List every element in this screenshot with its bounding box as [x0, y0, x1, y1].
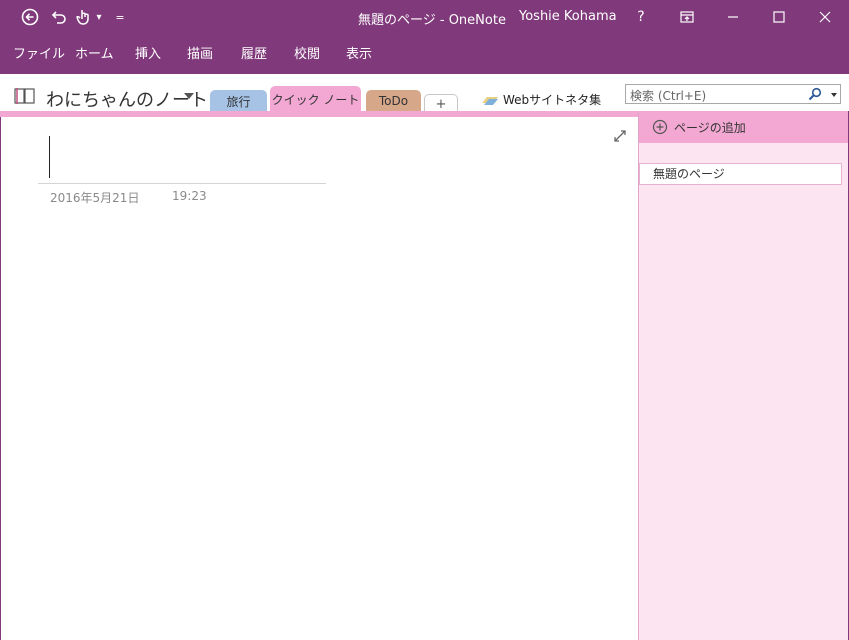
tab-insert[interactable]: 挿入: [135, 43, 161, 62]
page-list-pane: ページの追加 無題のページ: [638, 111, 849, 640]
notebook-name[interactable]: わにちゃんのノート: [46, 86, 208, 112]
search-placeholder: 検索 (Ctrl+E): [630, 89, 707, 103]
undo-icon[interactable]: [49, 7, 69, 27]
notebook-icon[interactable]: [14, 87, 36, 105]
close-icon[interactable]: [813, 6, 837, 28]
touch-mode-dropdown[interactable]: ▾: [92, 7, 106, 27]
section-tab-quick-notes[interactable]: クイック ノート: [270, 86, 361, 112]
title-bar: ▾ = 無題のページ - OneNote Yoshie Kohama ?: [0, 0, 849, 34]
page-title-cursor[interactable]: [49, 136, 50, 178]
customize-qat-button[interactable]: =: [113, 7, 127, 27]
section-tab-todo[interactable]: ToDo: [366, 90, 421, 112]
section-group-icon: [482, 96, 498, 105]
page-list-item[interactable]: 無題のページ: [639, 163, 842, 185]
notebook-bar: わにちゃんのノート 旅行 クイック ノート ToDo + Webサイトネタ集 検…: [0, 74, 849, 113]
chevron-down-icon[interactable]: [184, 93, 194, 99]
search-input[interactable]: 検索 (Ctrl+E): [625, 84, 841, 104]
tab-history[interactable]: 履歴: [241, 43, 267, 62]
add-circle-icon: [652, 119, 668, 135]
section-group-label: Webサイトネタ集: [503, 93, 602, 107]
ribbon-tab-bar: ファイル ホーム 挿入 描画 履歴 校閲 表示: [0, 34, 849, 74]
touch-mode-icon[interactable]: [74, 7, 94, 27]
search-icon[interactable]: [808, 87, 822, 101]
page-canvas[interactable]: 2016年5月21日 19:23: [0, 117, 638, 640]
expand-icon[interactable]: [613, 129, 627, 143]
search-scope-dropdown[interactable]: [831, 93, 837, 97]
minimize-icon[interactable]: [721, 6, 745, 28]
page-time: 19:23: [172, 189, 207, 203]
tab-draw[interactable]: 描画: [187, 43, 213, 62]
section-group-web[interactable]: Webサイトネタ集: [481, 91, 601, 108]
add-page-button[interactable]: ページの追加: [639, 111, 848, 143]
tab-review[interactable]: 校閲: [294, 43, 320, 62]
maximize-icon[interactable]: [767, 6, 791, 28]
page-date: 2016年5月21日: [50, 191, 140, 205]
back-arrow-icon[interactable]: [20, 7, 40, 27]
add-page-label: ページの追加: [674, 120, 746, 135]
tab-view[interactable]: 表示: [346, 43, 372, 62]
ribbon-display-options-icon[interactable]: [675, 6, 699, 28]
window-title: 無題のページ - OneNote: [358, 13, 506, 28]
help-button[interactable]: ?: [629, 6, 653, 28]
page-title-rule: [38, 183, 326, 184]
user-name[interactable]: Yoshie Kohama: [519, 9, 617, 24]
section-tab-travel[interactable]: 旅行: [210, 90, 267, 112]
tab-file[interactable]: ファイル: [13, 43, 65, 62]
tab-home[interactable]: ホーム: [75, 43, 114, 62]
